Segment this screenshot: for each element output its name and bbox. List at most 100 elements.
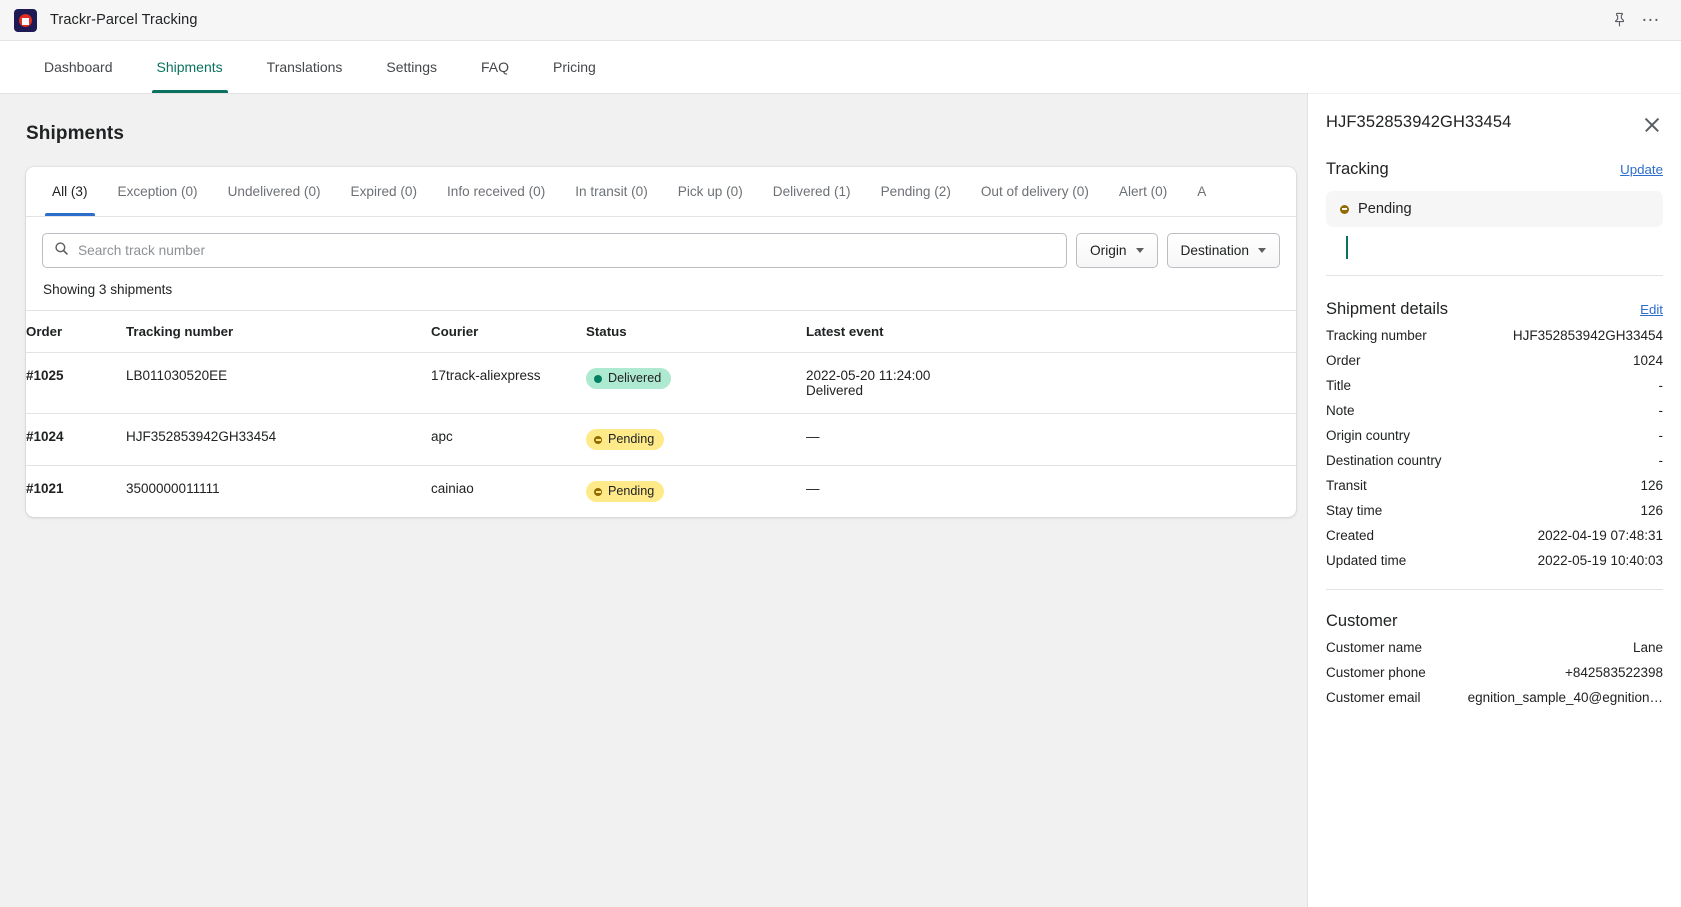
filter-tab-label: A [1197,184,1207,199]
results-count-text: Showing 3 shipments [43,282,173,297]
detail-value: 126 [1640,478,1663,493]
nav-item-dashboard[interactable]: Dashboard [22,41,135,93]
nav-label: FAQ [481,59,510,75]
close-icon[interactable] [1641,114,1663,136]
detail-key: Origin country [1326,428,1411,443]
customer-row-name: Customer name Lane [1326,635,1663,660]
destination-filter-button[interactable]: Destination [1166,233,1280,268]
detail-row-updated-time: Updated time 2022-05-19 10:40:03 [1326,548,1663,573]
search-box[interactable] [42,233,1067,268]
column-header-tracking[interactable]: Tracking number [126,310,431,353]
status-badge: Pending [586,481,665,502]
filter-tab-delivered[interactable]: Delivered (1) [758,167,866,216]
detail-value: 1024 [1632,353,1663,368]
status-dot-icon [594,374,602,383]
filter-tab-expired[interactable]: Expired (0) [336,167,432,216]
cell-courier: 17track-aliexpress [431,352,586,414]
detail-key: Order [1326,353,1361,368]
customer-value: egnition_sample_40@egnition… [1467,690,1663,705]
filter-tab-label: Info received (0) [447,184,546,199]
column-header-courier[interactable]: Courier [431,310,586,353]
filter-tab-overflow[interactable]: A [1182,167,1221,216]
column-header-status[interactable]: Status [586,310,806,353]
status-badge-label: Pending [608,432,655,446]
customer-divider [1326,589,1663,590]
cell-latest-event: 2022-05-20 11:24:00 Delivered [806,352,1296,414]
detail-key: Transit [1326,478,1367,493]
table-row[interactable]: #1025 LB011030520EE 17track-aliexpress D… [26,352,1296,414]
filter-tab-in-transit[interactable]: In transit (0) [560,167,663,216]
filter-tab-pending[interactable]: Pending (2) [866,167,966,216]
filter-tab-out-of-delivery[interactable]: Out of delivery (0) [966,167,1104,216]
pin-icon[interactable] [1605,6,1633,34]
filter-tab-info-received[interactable]: Info received (0) [432,167,560,216]
filter-tab-label: Exception (0) [117,184,198,199]
filter-tab-label: Alert (0) [1118,184,1168,199]
cell-courier: apc [431,413,586,466]
logo-square-shape [22,17,29,25]
detail-key: Updated time [1326,553,1407,568]
detail-row-title: Title - [1326,373,1663,398]
detail-key: Stay time [1326,503,1383,518]
nav-item-pricing[interactable]: Pricing [531,41,618,93]
filter-tab-alert[interactable]: Alert (0) [1104,167,1182,216]
detail-row-tracking-number: Tracking number HJF352853942GH33454 [1326,323,1663,348]
detail-key: Title [1326,378,1352,393]
shipment-details-list: Tracking number HJF352853942GH33454 Orde… [1326,323,1663,573]
column-header-order[interactable]: Order [26,310,126,353]
filter-tab-undelivered[interactable]: Undelivered (0) [213,167,336,216]
filter-tab-exception[interactable]: Exception (0) [103,167,213,216]
detail-key: Destination country [1326,453,1442,468]
table-row[interactable]: #1024 HJF352853942GH33454 apc Pending — [26,413,1296,466]
tracking-current-status: Pending [1340,201,1412,217]
status-badge: Delivered [586,368,672,389]
table-header-row: Order Tracking number Courier Status Lat… [26,310,1296,353]
section-divider [1326,275,1663,276]
page-body: Shipments All (3) Exception (0) Undelive… [0,93,1681,907]
table-row[interactable]: #1021 3500000011111 cainiao Pending — [26,466,1296,518]
customer-key: Customer name [1326,640,1423,655]
detail-value: HJF352853942GH33454 [1512,328,1663,343]
filter-tab-label: Pending (2) [880,184,951,199]
nav-item-faq[interactable]: FAQ [459,41,531,93]
status-filter-tabs: All (3) Exception (0) Undelivered (0) Ex… [26,167,1296,217]
status-badge: Pending [586,429,665,450]
destination-filter-label: Destination [1180,243,1249,258]
cell-tracking: HJF352853942GH33454 [126,413,431,466]
filter-tab-pick-up[interactable]: Pick up (0) [663,167,758,216]
update-link[interactable]: Update [1620,162,1663,177]
cell-status: Pending [586,466,806,518]
nav-item-translations[interactable]: Translations [245,41,365,93]
detail-row-destination-country: Destination country - [1326,448,1663,473]
nav-label: Shipments [156,59,223,75]
shipments-table: Order Tracking number Courier Status Lat… [26,310,1296,517]
customer-key: Customer phone [1326,665,1426,680]
page-title: Shipments [26,123,125,144]
origin-filter-button[interactable]: Origin [1076,233,1158,268]
event-timestamp: 2022-05-20 11:24:00 [806,368,931,383]
customer-value: Lane [1632,640,1663,655]
cell-status: Pending [586,413,806,466]
cell-tracking: LB011030520EE [126,352,431,414]
nav-label: Dashboard [44,59,113,75]
edit-link[interactable]: Edit [1640,302,1663,317]
column-header-event[interactable]: Latest event [806,310,1296,353]
status-dot-icon [594,487,602,496]
main-navigation: Dashboard Shipments Translations Setting… [0,41,1681,93]
cell-order: #1024 [26,413,126,466]
cell-status: Delivered [586,352,806,414]
nav-item-shipments[interactable]: Shipments [135,41,245,93]
nav-item-settings[interactable]: Settings [364,41,459,93]
more-horizontal-icon[interactable]: … [1637,6,1665,34]
detail-row-created: Created 2022-04-19 07:48:31 [1326,523,1663,548]
tracking-heading: Tracking [1326,160,1389,178]
tracking-status-box: Pending [1326,191,1663,227]
nav-label: Pricing [553,59,596,75]
status-badge-label: Delivered [608,371,662,385]
cell-tracking: 3500000011111 [126,481,220,496]
panel-header: HJF352853942GH33454 [1326,93,1663,136]
detail-value: 2022-05-19 10:40:03 [1537,553,1663,568]
search-input[interactable] [78,243,1055,258]
filter-tab-all[interactable]: All (3) [37,167,103,216]
detail-row-note: Note - [1326,398,1663,423]
